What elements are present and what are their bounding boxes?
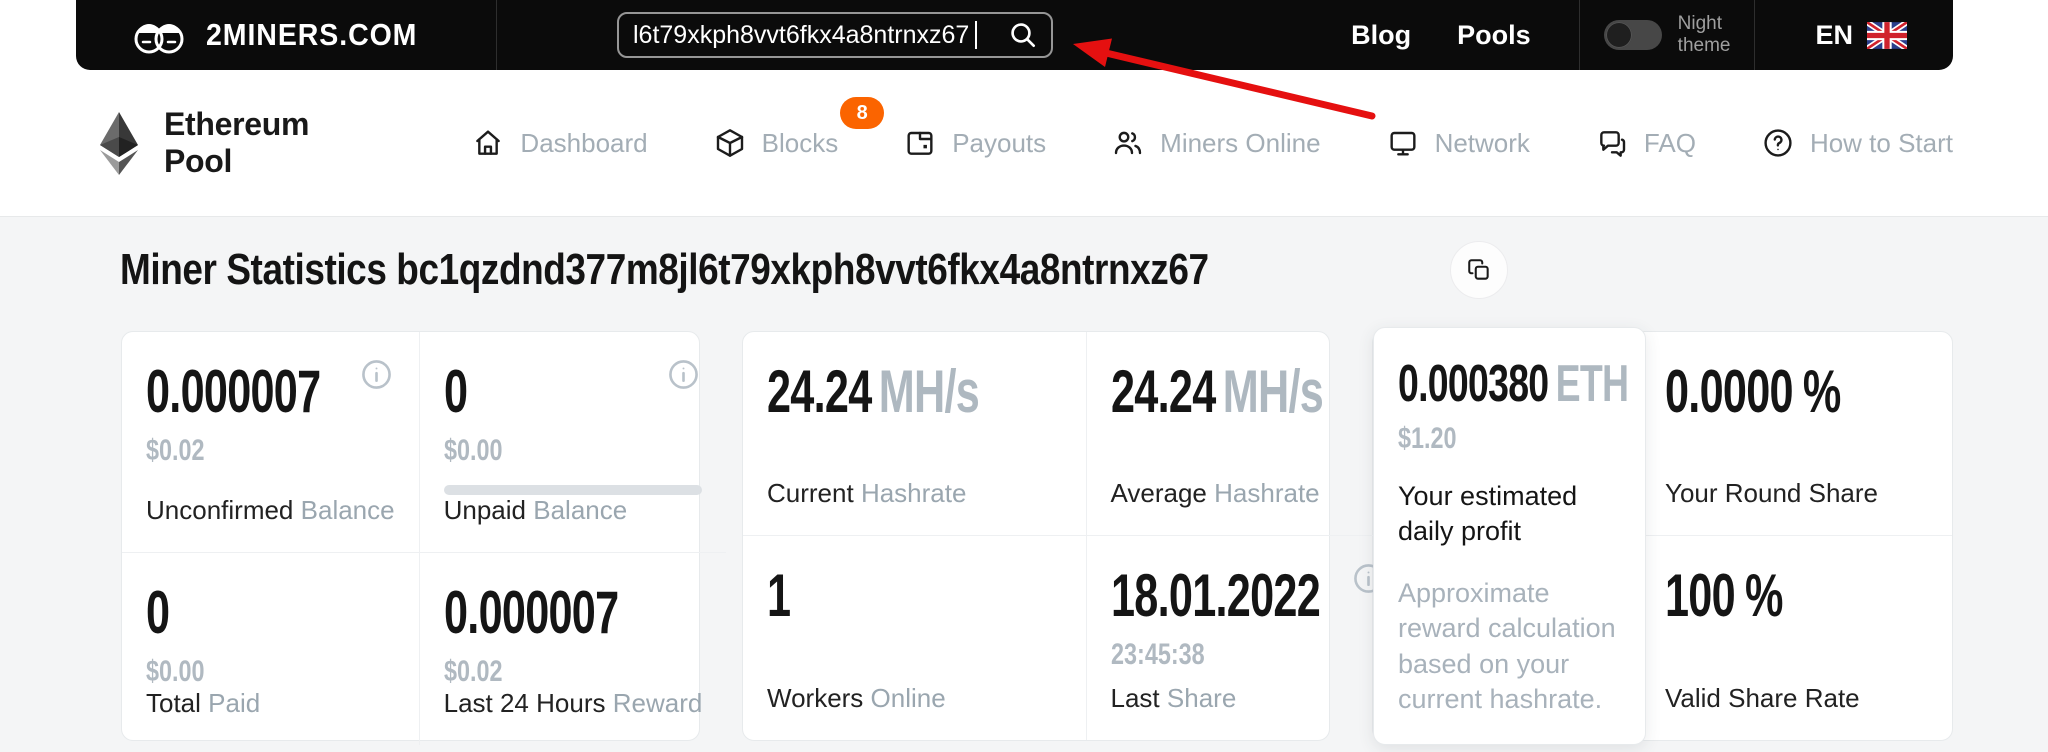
shares-panel: 0.0000% Your Round Share 0.000380ETH $1.… (1372, 331, 1953, 741)
divider (496, 0, 497, 70)
nav-item-how-to-start[interactable]: How to Start (1762, 127, 1953, 159)
last-24h-reward-cell: 0.000007 $0.02 Last 24 Hours Reward (420, 553, 727, 745)
stat-value: 0.000007 (444, 583, 618, 643)
monitor-icon (1387, 127, 1419, 159)
stats-panels: 0.000007 $0.02 Unconfirmed Balance 0 $0.… (121, 331, 1953, 741)
search-value: l6t79xkph8vvt6fkx4a8ntrnxz67 (633, 21, 969, 50)
miners-icon (1112, 127, 1144, 159)
blocks-count-badge: 8 (840, 97, 884, 129)
stat-label: Your Round Share (1665, 478, 1878, 509)
night-theme-label: Night theme (1678, 13, 1731, 57)
workers-online-cell: 1 Workers Online (743, 536, 1087, 740)
pool-name: Ethereum Pool (164, 106, 364, 180)
main-nav: Ethereum Pool Dashboard Blocks 8 (76, 70, 1953, 216)
language-code: EN (1815, 20, 1853, 51)
top-bar: 2MINERS.COM l6t79xkph8vvt6fkx4a8ntrnxz67… (76, 0, 1953, 70)
search-input[interactable]: l6t79xkph8vvt6fkx4a8ntrnxz67 (617, 12, 1053, 58)
night-theme-toggle[interactable] (1604, 20, 1662, 50)
text-cursor (975, 21, 977, 49)
stat-usd: $0.00 (146, 655, 205, 688)
nav-label: FAQ (1644, 128, 1696, 159)
nav-label: Miners Online (1160, 128, 1320, 159)
valid-share-rate-cell: 100% Valid Share Rate (1641, 536, 1952, 740)
profit-heading: Your estimated daily profit (1398, 479, 1621, 549)
stat-value: 24.24MH/s (767, 362, 979, 422)
ethereum-logo-icon (96, 109, 142, 177)
current-hashrate-cell: 24.24MH/s Current Hashrate (743, 332, 1087, 536)
nav-item-faq[interactable]: FAQ (1596, 127, 1696, 159)
pools-link[interactable]: Pools (1457, 20, 1531, 51)
stat-label: Total Paid (146, 688, 260, 719)
copy-icon (1466, 257, 1492, 283)
stat-label: Last Share (1111, 683, 1237, 714)
nav-label: Payouts (952, 128, 1046, 159)
question-icon (1762, 127, 1794, 159)
blog-link[interactable]: Blog (1351, 20, 1411, 51)
chat-icon (1596, 127, 1628, 159)
profit-note: Approximate reward calculation based on … (1398, 576, 1621, 719)
home-icon (472, 127, 504, 159)
stat-value: 0.0000% (1665, 362, 1841, 422)
stat-label: Unconfirmed Balance (146, 495, 395, 526)
round-share-cell: 0.0000% Your Round Share (1641, 332, 1952, 536)
nav-item-blocks[interactable]: Blocks 8 (714, 127, 839, 159)
hashrate-panel: 24.24MH/s Current Hashrate 24.24MH/s Ave… (742, 331, 1330, 741)
stat-value: 0.000007 (146, 362, 320, 422)
stat-value: 24.24MH/s (1111, 362, 1323, 422)
stat-value: 1 (767, 566, 790, 626)
cube-icon (714, 127, 746, 159)
nav-item-payouts[interactable]: Payouts (904, 127, 1046, 159)
total-paid-cell: 0 $0.00 Total Paid (122, 553, 420, 745)
stat-time: 23:45:38 (1111, 638, 1205, 671)
unpaid-progress-bar (444, 485, 703, 495)
info-icon[interactable] (667, 358, 700, 391)
stat-usd: $1.20 (1398, 422, 1457, 455)
nav-label: Blocks (762, 128, 839, 159)
info-icon[interactable] (360, 358, 393, 391)
copy-address-button[interactable] (1450, 241, 1508, 299)
nav-item-dashboard[interactable]: Dashboard (472, 127, 647, 159)
stat-value: 100% (1665, 566, 1783, 626)
content-area: Miner Statistics bc1qzdnd377m8jl6t79xkph… (0, 216, 2048, 752)
daily-profit-card: 0.000380ETH $1.20 Your estimated daily p… (1373, 327, 1646, 745)
stat-usd: $0.02 (444, 655, 503, 688)
two-miners-logo-icon (132, 12, 186, 58)
stat-value: 18.01.2022 (1111, 566, 1320, 626)
pool-brand[interactable]: Ethereum Pool (96, 106, 364, 180)
topbar-right: Blog Pools Night theme EN (1351, 0, 1953, 70)
stat-value: 0 (444, 362, 467, 422)
nav-item-miners-online[interactable]: Miners Online (1112, 127, 1320, 159)
theme-group: Night theme (1580, 13, 1755, 57)
search-icon[interactable] (1007, 19, 1039, 51)
title-row: Miner Statistics bc1qzdnd377m8jl6t79xkph… (120, 241, 1508, 299)
nav-item-network[interactable]: Network (1387, 127, 1530, 159)
wallet-icon (904, 127, 936, 159)
nav-label: How to Start (1810, 128, 1953, 159)
brand-area[interactable]: 2MINERS.COM (76, 0, 496, 70)
stat-label: Current Hashrate (767, 478, 966, 509)
unconfirmed-balance-cell: 0.000007 $0.02 Unconfirmed Balance (122, 332, 420, 553)
toggle-knob (1606, 22, 1632, 48)
nav-label: Dashboard (520, 128, 647, 159)
nav-label: Network (1435, 128, 1530, 159)
stat-label: Average Hashrate (1111, 478, 1320, 509)
stat-label: Unpaid Balance (444, 495, 628, 526)
stat-usd: $0.00 (444, 434, 503, 467)
page-title: Miner Statistics bc1qzdnd377m8jl6t79xkph… (120, 245, 1209, 295)
brand-title: 2MINERS.COM (206, 17, 417, 53)
balance-panel: 0.000007 $0.02 Unconfirmed Balance 0 $0.… (121, 331, 700, 741)
stat-label: Workers Online (767, 683, 946, 714)
stat-usd: $0.02 (146, 434, 205, 467)
stat-value: 0 (146, 583, 169, 643)
stat-label: Valid Share Rate (1665, 683, 1860, 714)
stat-label: Last 24 Hours Reward (444, 688, 703, 719)
nav-menu: Dashboard Blocks 8 Payouts (472, 127, 1953, 159)
uk-flag-icon (1867, 22, 1907, 49)
unpaid-balance-cell: 0 $0.00 Unpaid Balance (420, 332, 727, 553)
stat-value: 0.000380ETH (1398, 358, 1628, 410)
language-selector[interactable]: EN (1755, 20, 1907, 51)
